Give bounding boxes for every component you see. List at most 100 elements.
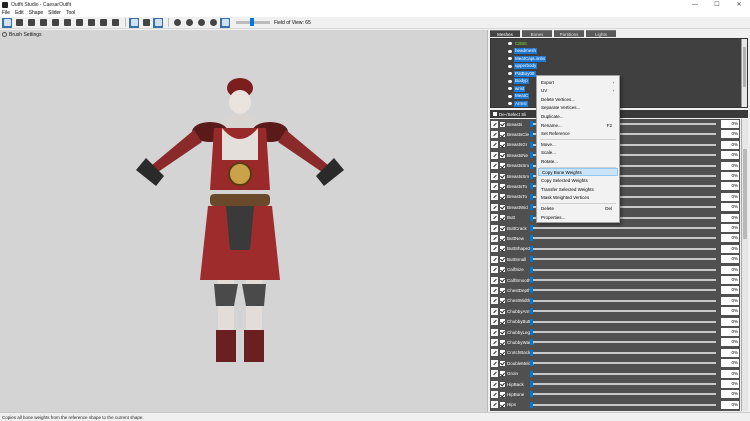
slider-track[interactable] <box>530 287 716 294</box>
context-menu-item[interactable]: Transfer Selected Weights <box>538 185 618 193</box>
context-menu-item[interactable]: Separate Vertices... <box>538 104 618 112</box>
slider-checkbox[interactable] <box>500 194 505 200</box>
slider-track[interactable] <box>530 370 716 377</box>
3d-viewport[interactable]: Brush Settings <box>0 30 487 412</box>
scrollbar-thumb[interactable] <box>743 149 747 239</box>
connected-only-button[interactable] <box>141 18 151 28</box>
context-menu-item[interactable]: Properties... <box>538 213 618 221</box>
context-menu-item[interactable]: Export › <box>538 78 618 86</box>
menu-slider[interactable]: Slider <box>48 10 61 16</box>
mesh-item[interactable]: Bodyp <box>508 78 529 85</box>
slider-value[interactable]: 0% <box>721 317 739 326</box>
menu-file[interactable]: File <box>2 10 10 16</box>
edit-slider-icon[interactable] <box>491 162 498 170</box>
edit-slider-icon[interactable] <box>491 245 498 253</box>
slider-value[interactable]: 0% <box>721 307 739 316</box>
slider-knob[interactable] <box>530 381 533 387</box>
edit-slider-icon[interactable] <box>491 307 498 315</box>
mesh-item[interactable]: Armsl <box>508 100 528 107</box>
slider-knob[interactable] <box>530 152 533 159</box>
slider-value[interactable]: 0% <box>721 192 739 201</box>
slider-track[interactable] <box>530 297 716 304</box>
brush-settings-toggle[interactable]: Brush Settings <box>0 30 42 39</box>
slider-knob[interactable] <box>530 360 533 367</box>
mesh-item[interactable]: headmesh <box>508 48 538 55</box>
slider-knob[interactable] <box>530 141 533 148</box>
tab-bones[interactable]: Bones <box>522 30 552 37</box>
tab-partitions[interactable]: Partitions <box>554 30 584 37</box>
slider-checkbox[interactable] <box>500 215 505 221</box>
mesh-item[interactable]: upperbody <box>508 63 538 70</box>
mesh-item[interactable]: PatBoy08 <box>508 70 536 77</box>
visibility-icon[interactable] <box>508 87 512 90</box>
slider-track[interactable] <box>530 381 716 387</box>
slider-knob[interactable] <box>530 225 533 231</box>
visibility-icon[interactable] <box>508 79 512 83</box>
slider-value[interactable]: 0% <box>721 203 739 212</box>
slider-knob[interactable] <box>530 349 533 356</box>
right-view-button[interactable] <box>208 18 218 28</box>
slider-knob[interactable] <box>530 287 533 294</box>
slider-checkbox[interactable] <box>500 319 505 325</box>
edit-slider-icon[interactable] <box>491 339 498 347</box>
slider-value[interactable]: 0% <box>721 234 739 243</box>
global-brush-button[interactable] <box>153 17 163 28</box>
visibility-icon[interactable] <box>508 72 512 75</box>
edit-slider-icon[interactable] <box>491 214 498 222</box>
fov-slider-knob[interactable] <box>250 18 254 26</box>
slider-value[interactable]: 0% <box>721 359 739 368</box>
slider-checkbox[interactable] <box>500 360 505 366</box>
visibility-icon[interactable] <box>508 64 512 68</box>
slider-knob[interactable] <box>530 401 533 408</box>
transform-tool-button[interactable] <box>110 18 120 28</box>
left-view-button[interactable] <box>196 18 206 28</box>
mesh-item[interactable]: wrist <box>508 85 526 92</box>
slider-value[interactable]: 0% <box>721 400 739 409</box>
edit-slider-icon[interactable] <box>491 349 498 357</box>
context-menu-item[interactable]: Move... <box>538 140 618 148</box>
edit-slider-icon[interactable] <box>491 183 498 191</box>
slider-track[interactable] <box>530 256 716 263</box>
edit-slider-icon[interactable] <box>491 380 498 388</box>
visibility-icon[interactable] <box>508 42 512 45</box>
mask-brush-button[interactable] <box>14 18 24 28</box>
slider-track[interactable] <box>530 266 716 273</box>
slider-checkbox[interactable] <box>500 402 505 408</box>
slider-knob[interactable] <box>530 183 533 190</box>
inflate-brush-button[interactable] <box>26 18 36 28</box>
context-menu-item[interactable]: Rename... F2 <box>538 121 618 129</box>
edit-slider-icon[interactable] <box>491 297 498 305</box>
visibility-icon[interactable] <box>508 49 512 53</box>
edit-slider-icon[interactable] <box>491 276 498 284</box>
move-brush-button[interactable] <box>50 18 60 28</box>
slider-knob[interactable] <box>530 121 533 127</box>
slider-track[interactable] <box>530 401 716 408</box>
slider-knob[interactable] <box>530 173 533 179</box>
context-menu-item[interactable]: Duplicate... <box>538 112 618 120</box>
context-menu-item[interactable]: Mask Weighted Vertices <box>538 194 618 202</box>
mesh-item[interactable]: CBBE <box>508 40 528 47</box>
slider-value[interactable]: 0% <box>721 120 739 128</box>
slider-value[interactable]: 0% <box>721 161 739 170</box>
tab-lights[interactable]: Lights <box>586 30 616 37</box>
alpha-brush-button[interactable] <box>98 18 108 28</box>
context-menu-item[interactable]: Delete Del <box>538 204 618 212</box>
slider-track[interactable] <box>530 391 716 398</box>
slider-value[interactable]: 0% <box>721 224 739 232</box>
slider-knob[interactable] <box>530 297 533 304</box>
slider-value[interactable]: 0% <box>721 276 739 284</box>
context-menu-item[interactable]: Copy Bone Weights <box>538 168 618 176</box>
slider-checkbox[interactable] <box>500 142 505 148</box>
slider-value[interactable]: 0% <box>721 140 739 149</box>
slider-checkbox[interactable] <box>500 132 505 138</box>
slider-track[interactable] <box>530 360 716 367</box>
slider-value[interactable]: 0% <box>721 130 739 139</box>
context-menu-item[interactable]: Delete Vertices... <box>538 95 618 103</box>
mesh-item[interactable]: MeatCapLimbs <box>508 55 547 62</box>
slider-checkbox[interactable] <box>500 204 505 210</box>
slider-value[interactable]: 0% <box>721 286 739 295</box>
slider-checkbox[interactable] <box>500 236 505 242</box>
edit-slider-icon[interactable] <box>491 255 498 263</box>
edit-slider-icon[interactable] <box>491 266 498 274</box>
mesh-list-scrollbar[interactable] <box>741 39 747 107</box>
